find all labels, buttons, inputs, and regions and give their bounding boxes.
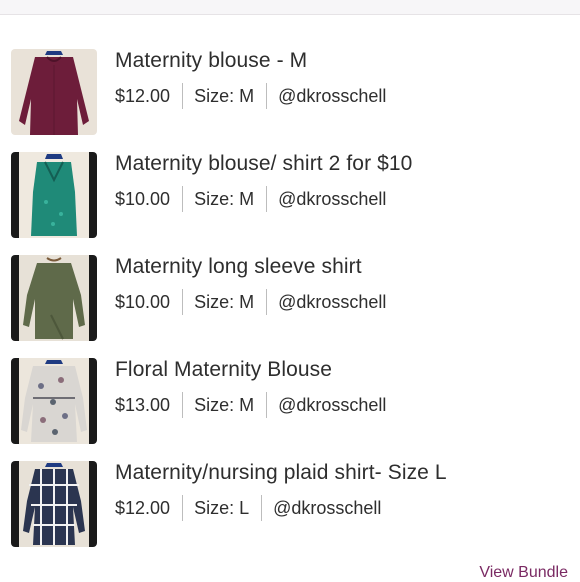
item-photo-teal-blouse[interactable] (11, 152, 97, 238)
list-item[interactable]: Floral Maternity Blouse $13.00 Size: M @… (0, 356, 580, 459)
bundle-item-list: Maternity blouse - M $12.00 Size: M @dkr… (0, 47, 580, 562)
item-title[interactable]: Maternity blouse - M (115, 49, 307, 73)
plaid-shirt-image (11, 461, 97, 547)
item-photo-floral-blouse[interactable] (11, 358, 97, 444)
burgundy-blouse-image (11, 49, 97, 135)
divider (182, 186, 184, 212)
list-item[interactable]: Maternity/nursing plaid shirt- Size L $1… (0, 459, 580, 562)
item-photo-burgundy-blouse[interactable] (11, 49, 97, 135)
divider (182, 289, 184, 315)
item-meta: $12.00 Size: L @dkrosschell (115, 495, 381, 521)
divider (261, 495, 263, 521)
item-title[interactable]: Maternity blouse/ shirt 2 for $10 (115, 152, 412, 176)
divider (266, 289, 268, 315)
item-seller[interactable]: @dkrosschell (278, 86, 386, 107)
item-price: $10.00 (115, 291, 171, 312)
item-meta: $10.00 Size: M @dkrosschell (115, 289, 386, 315)
list-item[interactable]: Maternity blouse - M $12.00 Size: M @dkr… (0, 47, 580, 150)
olive-shirt-image (11, 255, 97, 341)
divider (182, 392, 184, 418)
top-bar (0, 0, 580, 15)
item-photo-plaid-shirt[interactable] (11, 461, 97, 547)
divider (266, 392, 268, 418)
item-seller[interactable]: @dkrosschell (278, 292, 386, 313)
list-item[interactable]: Maternity long sleeve shirt $10.00 Size:… (0, 253, 580, 356)
divider (182, 83, 184, 109)
item-price: $12.00 (115, 85, 171, 106)
item-size: Size: M (194, 188, 255, 209)
divider (266, 83, 268, 109)
list-item[interactable]: Maternity blouse/ shirt 2 for $10 $10.00… (0, 150, 580, 253)
divider (266, 186, 268, 212)
view-bundle-link[interactable]: View Bundle (479, 564, 568, 582)
item-size: Size: M (194, 394, 255, 415)
teal-blouse-image (11, 152, 97, 238)
item-title[interactable]: Maternity/nursing plaid shirt- Size L (115, 461, 447, 485)
item-size: Size: M (194, 291, 255, 312)
item-meta: $10.00 Size: M @dkrosschell (115, 186, 386, 212)
item-meta: $13.00 Size: M @dkrosschell (115, 392, 386, 418)
item-title[interactable]: Floral Maternity Blouse (115, 358, 332, 382)
floral-blouse-image (11, 358, 97, 444)
item-price: $13.00 (115, 394, 171, 415)
item-price: $12.00 (115, 497, 171, 518)
item-photo-olive-shirt[interactable] (11, 255, 97, 341)
item-size: Size: M (194, 85, 255, 106)
item-seller[interactable]: @dkrosschell (278, 395, 386, 416)
item-meta: $12.00 Size: M @dkrosschell (115, 83, 386, 109)
item-seller[interactable]: @dkrosschell (278, 189, 386, 210)
divider (182, 495, 184, 521)
item-size: Size: L (194, 497, 250, 518)
item-seller[interactable]: @dkrosschell (273, 498, 381, 519)
item-title[interactable]: Maternity long sleeve shirt (115, 255, 362, 279)
item-price: $10.00 (115, 188, 171, 209)
